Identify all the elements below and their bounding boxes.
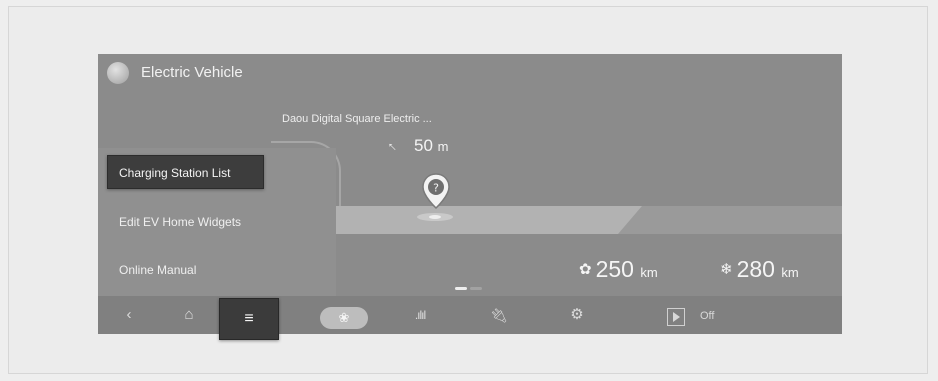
gear-icon: ⚙: [570, 306, 584, 323]
charging-station-pin-icon[interactable]: ?: [421, 172, 451, 210]
home-button[interactable]: ⌂: [176, 296, 202, 334]
range-with-climate: ✿ 250 km: [579, 256, 658, 283]
road-band-shadow-fill: [642, 206, 842, 234]
station-name[interactable]: Daou Digital Square Electric ...: [282, 113, 432, 125]
direction-arrow-icon: ↑: [383, 137, 400, 155]
eco-button[interactable]: ❀: [320, 307, 368, 329]
settings-button[interactable]: ⚙: [560, 296, 594, 334]
range-value: 280: [736, 256, 775, 282]
distance-value: 50: [414, 136, 433, 155]
header: Electric Vehicle: [98, 54, 842, 90]
charging-plug-icon: 🔌︎: [490, 307, 508, 323]
back-button[interactable]: ‹: [116, 296, 142, 334]
menu-item-online-manual[interactable]: Online Manual: [119, 263, 196, 277]
charge-button[interactable]: 🔌︎: [482, 296, 516, 334]
menu-item-edit-ev-home-widgets[interactable]: Edit EV Home Widgets: [119, 215, 241, 229]
play-icon[interactable]: [667, 308, 685, 326]
page-dot[interactable]: [470, 287, 482, 290]
page-title: Electric Vehicle: [141, 64, 243, 81]
range-without-climate: ❄ 280 km: [720, 256, 799, 283]
bottom-bar: ‹ ⌂ .ılıl 🔌︎ ⚙: [98, 296, 842, 334]
globe-icon: [107, 62, 129, 84]
bar-chart-icon: .ılıl: [414, 308, 426, 322]
media-status[interactable]: Off: [700, 310, 714, 322]
leaf-icon: ❀: [338, 310, 350, 325]
distance-unit: m: [437, 139, 449, 154]
fan-off-icon: ❄: [720, 261, 733, 278]
home-icon: ⌂: [184, 306, 194, 323]
chevron-left-icon: ‹: [126, 306, 132, 323]
pin-shadow: [417, 213, 453, 221]
menu-item-charging-station-list[interactable]: Charging Station List: [107, 155, 264, 189]
svg-text:?: ?: [433, 182, 439, 195]
stats-button[interactable]: .ılıl: [400, 296, 440, 334]
menu-icon: ≡: [244, 310, 254, 327]
ev-screen: Electric Vehicle Daou Digital Square Ele…: [98, 54, 842, 334]
distance-readout: 50 m: [414, 136, 449, 156]
range-unit: km: [640, 265, 658, 280]
menu-button[interactable]: ≡: [219, 298, 279, 340]
range-unit: km: [781, 265, 799, 280]
fan-icon: ✿: [579, 261, 592, 278]
range-value: 250: [595, 256, 634, 282]
menu-item-label: Charging Station List: [119, 166, 231, 180]
road-band-shadow: [618, 206, 642, 234]
page-dot-active: [455, 287, 467, 290]
